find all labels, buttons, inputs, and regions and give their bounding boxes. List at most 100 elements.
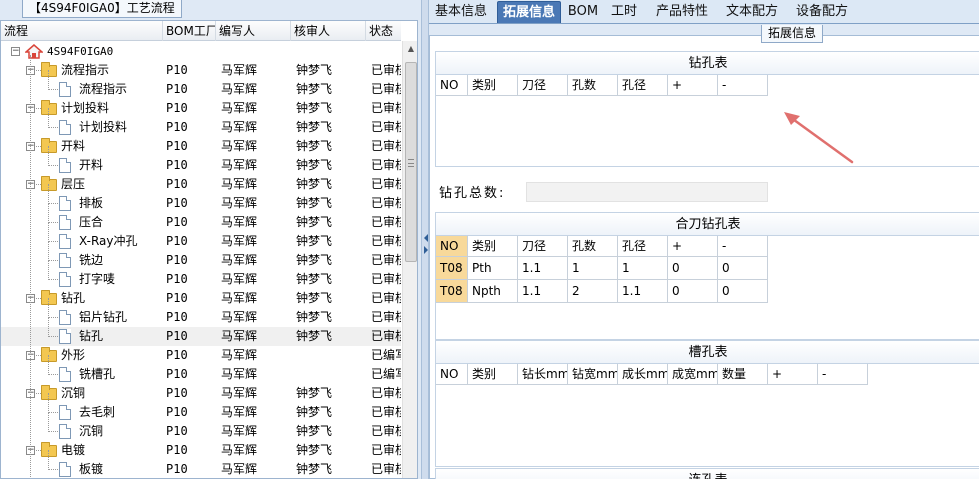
tree-step-row[interactable]: 流程指示 P10 马军辉 钟梦飞 已审核 bbox=[1, 70, 401, 99]
connected-hole-table-title: 连孔表 bbox=[435, 468, 979, 479]
reviewer-cell: 钟梦飞 bbox=[296, 215, 333, 229]
tab-text-recipe[interactable]: 文本配方 bbox=[721, 1, 783, 23]
document-icon bbox=[59, 120, 71, 135]
slot-col-no[interactable]: NO bbox=[436, 364, 468, 385]
pane-splitter[interactable] bbox=[421, 0, 429, 479]
combo-cell-hole-diameter[interactable]: 1 bbox=[618, 257, 668, 280]
drill-total-field[interactable] bbox=[526, 182, 768, 202]
column-header-bom-factory[interactable]: BOM工厂 bbox=[163, 21, 216, 41]
tree-folder-row[interactable]: −开料P10马军辉钟梦飞已审核 bbox=[1, 137, 401, 156]
combo-cell-minus[interactable]: 0 bbox=[718, 257, 768, 280]
writer-cell: 马军辉 bbox=[221, 272, 258, 286]
tree-step-row[interactable]: 打字唛 P10 马军辉 钟梦飞 已审核 bbox=[1, 260, 401, 289]
tab-basic-info[interactable]: 基本信息 bbox=[431, 1, 491, 23]
combo-col-plus[interactable]: + bbox=[668, 236, 718, 257]
detail-pane: 基本信息 拓展信息 BOM 工时 产品特性 文本配方 设备配方 钻孔表 NO 类… bbox=[429, 0, 979, 479]
tree-step-row[interactable]: 钻孔 P10 马军辉 钟梦飞 已审核 bbox=[1, 317, 401, 346]
slot-col-minus[interactable]: - bbox=[818, 364, 868, 385]
slot-col-type[interactable]: 类别 bbox=[468, 364, 518, 385]
drill-table[interactable]: NO 类别 刀径 孔数 孔径 + - bbox=[435, 75, 979, 167]
combo-drill-table[interactable]: NO 类别 刀径 孔数 孔径 + - T08 Pth 1.1 1 1 0 0 T08 Npth 1… bbox=[435, 236, 979, 340]
slot-col-finish-width[interactable]: 成宽mm bbox=[668, 364, 718, 385]
drill-col-hole-diameter[interactable]: 孔径 bbox=[618, 75, 668, 96]
tree-node-label: 压合 bbox=[79, 215, 104, 229]
slot-col-quantity[interactable]: 数量 bbox=[718, 364, 768, 385]
tree-guide-line bbox=[48, 184, 49, 204]
combo-cell-hole-diameter[interactable]: 1.1 bbox=[618, 280, 668, 303]
slot-col-drill-length[interactable]: 钻长mm bbox=[518, 364, 568, 385]
tree-folder-row[interactable]: −电镀P10马军辉钟梦飞已审核 bbox=[1, 441, 401, 460]
tree-vertical-scrollbar[interactable]: ▲ bbox=[402, 41, 417, 478]
tree-folder-row[interactable]: −钻孔P10马军辉钟梦飞已审核 bbox=[1, 289, 401, 308]
combo-col-type[interactable]: 类别 bbox=[468, 236, 518, 257]
combo-cell-type[interactable]: Npth bbox=[468, 280, 518, 303]
column-header-process[interactable]: 流程 bbox=[1, 21, 163, 41]
combo-cell-plus[interactable]: 0 bbox=[668, 280, 718, 303]
tree-step-row[interactable]: X-Ray冲孔 P10 马军辉 钟梦飞 已审核 bbox=[1, 222, 401, 251]
tree-step-row[interactable]: 铣槽孔 P10 马军辉 已编写 bbox=[1, 355, 401, 384]
tree-step-row[interactable]: 板镀 P10 马军辉 钟梦飞 已审核 bbox=[1, 450, 401, 478]
tab-work-hours[interactable]: 工时 bbox=[606, 1, 642, 23]
collapse-toggle-icon[interactable]: − bbox=[11, 47, 20, 56]
column-header-reviewer[interactable]: 核审人 bbox=[291, 21, 366, 41]
tree-step-row[interactable]: 铝片钻孔 P10 马军辉 钟梦飞 已审核 bbox=[1, 298, 401, 327]
combo-cell-tool-diameter[interactable]: 1.1 bbox=[518, 257, 568, 280]
tree-step-row[interactable]: 铣边 P10 马军辉 钟梦飞 已审核 bbox=[1, 241, 401, 270]
tree-step-row[interactable]: 开料 P10 马军辉 钟梦飞 已审核 bbox=[1, 146, 401, 175]
slot-col-drill-width[interactable]: 钻宽mm bbox=[568, 364, 618, 385]
tree-guide-line bbox=[48, 70, 49, 90]
tab-product-features[interactable]: 产品特性 bbox=[651, 1, 713, 23]
folder-icon bbox=[41, 385, 57, 400]
tree-header: 流程 BOM工厂 编写人 核审人 状态 bbox=[1, 21, 401, 41]
scroll-up-arrow-icon[interactable]: ▲ bbox=[403, 41, 417, 57]
combo-cell-minus[interactable]: 0 bbox=[718, 280, 768, 303]
reviewer-cell: 钟梦飞 bbox=[296, 101, 333, 115]
combo-cell-type[interactable]: Pth bbox=[468, 257, 518, 280]
drill-col-hole-count[interactable]: 孔数 bbox=[568, 75, 618, 96]
combo-cell-hole-count[interactable]: 1 bbox=[568, 257, 618, 280]
slot-col-finish-length[interactable]: 成长mm bbox=[618, 364, 668, 385]
tree-guide-line bbox=[48, 355, 49, 375]
drill-col-plus[interactable]: + bbox=[668, 75, 718, 96]
column-header-writer[interactable]: 编写人 bbox=[216, 21, 291, 41]
combo-cell-hole-count[interactable]: 2 bbox=[568, 280, 618, 303]
writer-cell: 马军辉 bbox=[221, 253, 258, 267]
tree-root-row[interactable]: − 4S94F0IGA0 bbox=[1, 42, 401, 61]
tab-bom[interactable]: BOM bbox=[566, 1, 600, 23]
combo-cell-no[interactable]: T08 bbox=[436, 257, 468, 280]
tab-extended-info[interactable]: 拓展信息 bbox=[497, 1, 561, 23]
tree-folder-row[interactable]: −外形P10马军辉已编写 bbox=[1, 346, 401, 365]
tree-step-row[interactable]: 压合 P10 马军辉 钟梦飞 已审核 bbox=[1, 203, 401, 232]
slot-col-plus[interactable]: + bbox=[768, 364, 818, 385]
tree-step-row[interactable]: 沉铜 P10 马军辉 钟梦飞 已审核 bbox=[1, 412, 401, 441]
combo-col-tool-diameter[interactable]: 刀径 bbox=[518, 236, 568, 257]
grip-icon bbox=[408, 159, 414, 167]
tree-folder-row[interactable]: −沉铜P10马军辉钟梦飞已审核 bbox=[1, 384, 401, 403]
tree-guide-line bbox=[48, 412, 49, 432]
combo-col-minus[interactable]: - bbox=[718, 236, 768, 257]
process-tree[interactable]: 流程 BOM工厂 编写人 核审人 状态 − 4S94F0IGA0 − 流程指示 P1… bbox=[0, 20, 418, 479]
tree-folder-row[interactable]: −流程指示P10马军辉钟梦飞已审核 bbox=[1, 61, 401, 80]
combo-col-hole-diameter[interactable]: 孔径 bbox=[618, 236, 668, 257]
drill-col-minus[interactable]: - bbox=[718, 75, 768, 96]
writer-cell: 马军辉 bbox=[221, 424, 258, 438]
tab-equipment-recipe[interactable]: 设备配方 bbox=[791, 1, 853, 23]
writer-cell: 马军辉 bbox=[221, 329, 258, 343]
slot-table[interactable]: NO 类别 钻长mm 钻宽mm 成长mm 成宽mm 数量 + - bbox=[435, 364, 979, 467]
combo-col-no[interactable]: NO bbox=[436, 236, 468, 257]
tree-step-row[interactable]: 计划投料 P10 马军辉 钟梦飞 已审核 bbox=[1, 108, 401, 137]
drill-col-type[interactable]: 类别 bbox=[468, 75, 518, 96]
tree-folder-row[interactable]: −计划投料P10马军辉钟梦飞已审核 bbox=[1, 99, 401, 118]
tree-step-row[interactable]: 排板 P10 马军辉 钟梦飞 已审核 bbox=[1, 184, 401, 213]
combo-cell-tool-diameter[interactable]: 1.1 bbox=[518, 280, 568, 303]
drill-col-tool-diameter[interactable]: 刀径 bbox=[518, 75, 568, 96]
scroll-thumb[interactable] bbox=[405, 62, 417, 262]
column-header-status[interactable]: 状态 bbox=[366, 21, 401, 41]
combo-col-hole-count[interactable]: 孔数 bbox=[568, 236, 618, 257]
bom-factory-cell: P10 bbox=[166, 82, 188, 96]
tree-folder-row[interactable]: −层压P10马军辉钟梦飞已审核 bbox=[1, 175, 401, 194]
tree-step-row[interactable]: 去毛刺 P10 马军辉 钟梦飞 已审核 bbox=[1, 393, 401, 422]
combo-cell-no[interactable]: T08 bbox=[436, 280, 468, 303]
drill-col-no[interactable]: NO bbox=[436, 75, 468, 96]
combo-cell-plus[interactable]: 0 bbox=[668, 257, 718, 280]
